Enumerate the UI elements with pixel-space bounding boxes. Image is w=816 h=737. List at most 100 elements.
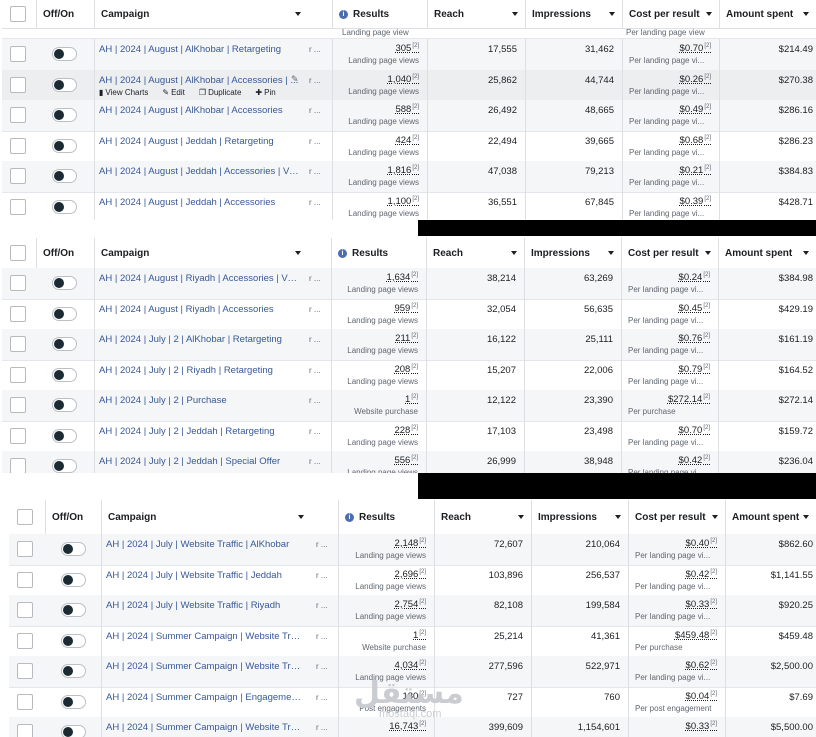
row-checkbox[interactable] [10, 366, 26, 383]
campaign-toggle[interactable] [61, 633, 86, 648]
cpr-value[interactable]: $0.70[2] [680, 43, 711, 54]
row-checkbox[interactable] [10, 107, 26, 124]
chevron-down-icon[interactable] [803, 251, 809, 255]
header-cost-per-result[interactable]: Cost per result [628, 500, 725, 534]
campaign-name-link[interactable]: AH | 2024 | July | Website Traffic | AlK… [106, 539, 304, 550]
header-amount-spent[interactable]: Amount spent [719, 0, 816, 28]
header-reach[interactable]: Reach [426, 238, 524, 268]
campaign-name-link[interactable]: AH | 2024 | August | AlKhobar | Accessor… [99, 75, 299, 86]
table-row[interactable]: AH | 2024 | July | Website Traffic | Jed… [9, 564, 816, 596]
cpr-value[interactable]: $0.26[2] [680, 74, 711, 85]
campaign-toggle[interactable] [52, 108, 77, 123]
cpr-value[interactable]: $0.42[2] [686, 569, 717, 580]
table-row[interactable]: AH | 2024 | August | AlKhobar | Accessor… [2, 100, 816, 132]
results-value[interactable]: 1,100[2] [388, 196, 419, 207]
campaign-toggle[interactable] [61, 603, 86, 618]
table-row[interactable]: AH | 2024 | August | AlKhobar | Accessor… [2, 69, 816, 101]
row-checkbox[interactable] [10, 397, 26, 414]
header-impressions[interactable]: Impressions [525, 0, 622, 28]
table-row[interactable]: AH | 2024 | August | Riyadh | Accessorie… [2, 268, 816, 300]
results-value[interactable]: 228[2] [394, 425, 418, 436]
results-value[interactable]: 1,040[2] [388, 74, 419, 85]
results-value[interactable]: 2,148[2] [395, 538, 426, 549]
campaign-name-link[interactable]: AH | 2024 | July | 2 | Purchase [99, 395, 299, 406]
chevron-down-icon[interactable] [803, 12, 809, 16]
campaign-toggle[interactable] [52, 428, 77, 443]
row-checkbox[interactable] [17, 724, 33, 737]
table-row[interactable]: AH | 2024 | July | Website Traffic | Riy… [9, 595, 816, 627]
results-value[interactable]: 305[2] [395, 43, 419, 54]
table-row[interactable]: AH | 2024 | Summer Campaign | Website Tr… [9, 625, 816, 657]
row-checkbox[interactable] [17, 602, 33, 619]
row-checkbox[interactable] [17, 632, 33, 649]
results-value[interactable]: 4,034[2] [395, 660, 426, 671]
row-checkbox[interactable] [10, 305, 26, 322]
row-checkbox[interactable] [10, 76, 26, 93]
header-cost-per-result[interactable]: Cost per result [622, 0, 719, 28]
chevron-down-icon[interactable] [511, 251, 517, 255]
table-row[interactable]: AH | 2024 | July | 2 | Jeddah | Retarget… [2, 420, 816, 452]
chevron-down-icon[interactable] [608, 251, 614, 255]
header-campaign[interactable]: Campaign [94, 0, 308, 28]
row-checkbox[interactable] [10, 275, 26, 292]
campaign-toggle[interactable] [52, 398, 77, 413]
table-row[interactable]: AH | 2024 | July | 2 | AlKhobar | Retarg… [2, 329, 816, 361]
cpr-value[interactable]: $0.79[2] [679, 364, 710, 375]
pencil-icon[interactable]: ✎ [291, 74, 299, 85]
table-row[interactable]: AH | 2024 | July | 2 | Purchase r ... 1[2]… [2, 390, 816, 422]
campaign-name-link[interactable]: AH | 2024 | Summer Campaign | Website Tr… [106, 722, 304, 733]
campaign-name-link[interactable]: AH | 2024 | August | AlKhobar | Retarget… [99, 44, 299, 55]
campaign-name-link[interactable]: AH | 2024 | July | 2 | Riyadh | Retarget… [99, 365, 299, 376]
campaign-name-link[interactable]: AH | 2024 | July | Website Traffic | Jed… [106, 570, 304, 581]
results-value[interactable]: 1[2] [413, 630, 426, 641]
header-cost-per-result[interactable]: Cost per result [621, 238, 718, 268]
campaign-toggle[interactable] [52, 199, 77, 214]
chevron-down-icon[interactable] [615, 515, 621, 519]
table-row[interactable]: AH | 2024 | August | Jeddah | Retargetin… [2, 130, 816, 162]
campaign-toggle[interactable] [52, 47, 77, 62]
campaign-name-link[interactable]: AH | 2024 | July | 2 | Jeddah | Retarget… [99, 426, 299, 437]
cpr-value[interactable]: $0.40[2] [686, 538, 717, 549]
chevron-down-icon[interactable] [803, 515, 809, 519]
campaign-name-link[interactable]: AH | 2024 | Summer Campaign | Website Tr… [106, 631, 304, 642]
results-value[interactable]: 211[2] [395, 333, 418, 344]
cpr-value[interactable]: $272.14[2] [668, 394, 710, 405]
results-value[interactable]: 424[2] [395, 135, 419, 146]
cpr-value[interactable]: $0.68[2] [680, 135, 711, 146]
table-row[interactable]: AH | 2024 | July | 2 | Jeddah | Special … [2, 451, 816, 473]
table-row[interactable]: AH | 2024 | August | Jeddah | Accessorie… [2, 191, 816, 220]
results-value[interactable]: 208[2] [394, 364, 418, 375]
campaign-name-link[interactable]: AH | 2024 | July | 2 | AlKhobar | Retarg… [99, 334, 299, 345]
campaign-toggle[interactable] [52, 459, 77, 473]
cpr-value[interactable]: $0.24[2] [679, 272, 710, 283]
campaign-name-link[interactable]: AH | 2024 | August | Jeddah | Retargetin… [99, 136, 299, 147]
header-amount-spent[interactable]: Amount spent [725, 500, 816, 534]
campaign-toggle[interactable] [61, 572, 86, 587]
cpr-value[interactable]: $459.48[2] [675, 630, 717, 641]
table-row[interactable]: AH | 2024 | July | 2 | Riyadh | Retarget… [2, 359, 816, 391]
results-value[interactable]: 556[2] [394, 455, 418, 466]
table-row[interactable]: AH | 2024 | August | AlKhobar | Retarget… [2, 39, 816, 71]
select-all-checkbox[interactable] [10, 245, 26, 261]
table-row[interactable]: AH | 2024 | August | Jeddah | Accessorie… [2, 161, 816, 193]
campaign-name-link[interactable]: AH | 2024 | Summer Campaign | Website Tr… [106, 661, 304, 672]
campaign-name-link[interactable]: AH | 2024 | August | Riyadh | Accessorie… [99, 273, 299, 284]
row-checkbox[interactable] [17, 693, 33, 710]
campaign-name-link[interactable]: AH | 2024 | Summer Campaign | Engagement… [106, 692, 304, 703]
campaign-name-link[interactable]: AH | 2024 | August | Riyadh | Accessorie… [99, 304, 299, 315]
cpr-value[interactable]: $0.42[2] [679, 455, 710, 466]
header-campaign[interactable]: Campaign [94, 238, 308, 268]
row-checkbox[interactable] [17, 541, 33, 558]
campaign-name-link[interactable]: AH | 2024 | August | Jeddah | Accessorie… [99, 197, 299, 208]
row-checkbox[interactable] [10, 137, 26, 154]
table-row[interactable]: AH | 2024 | Summer Campaign | Website Tr… [9, 717, 816, 737]
table-row[interactable]: AH | 2024 | August | Riyadh | Accessorie… [2, 298, 816, 330]
campaign-toggle[interactable] [61, 694, 86, 709]
chevron-down-icon[interactable] [609, 12, 615, 16]
campaign-toggle[interactable] [61, 725, 86, 737]
campaign-name-link[interactable]: AH | 2024 | August | Jeddah | Accessorie… [99, 166, 299, 177]
header-impressions[interactable]: Impressions [524, 238, 621, 268]
campaign-toggle[interactable] [52, 306, 77, 321]
results-value[interactable]: 1,816[2] [388, 165, 419, 176]
header-reach[interactable]: Reach [427, 0, 525, 28]
